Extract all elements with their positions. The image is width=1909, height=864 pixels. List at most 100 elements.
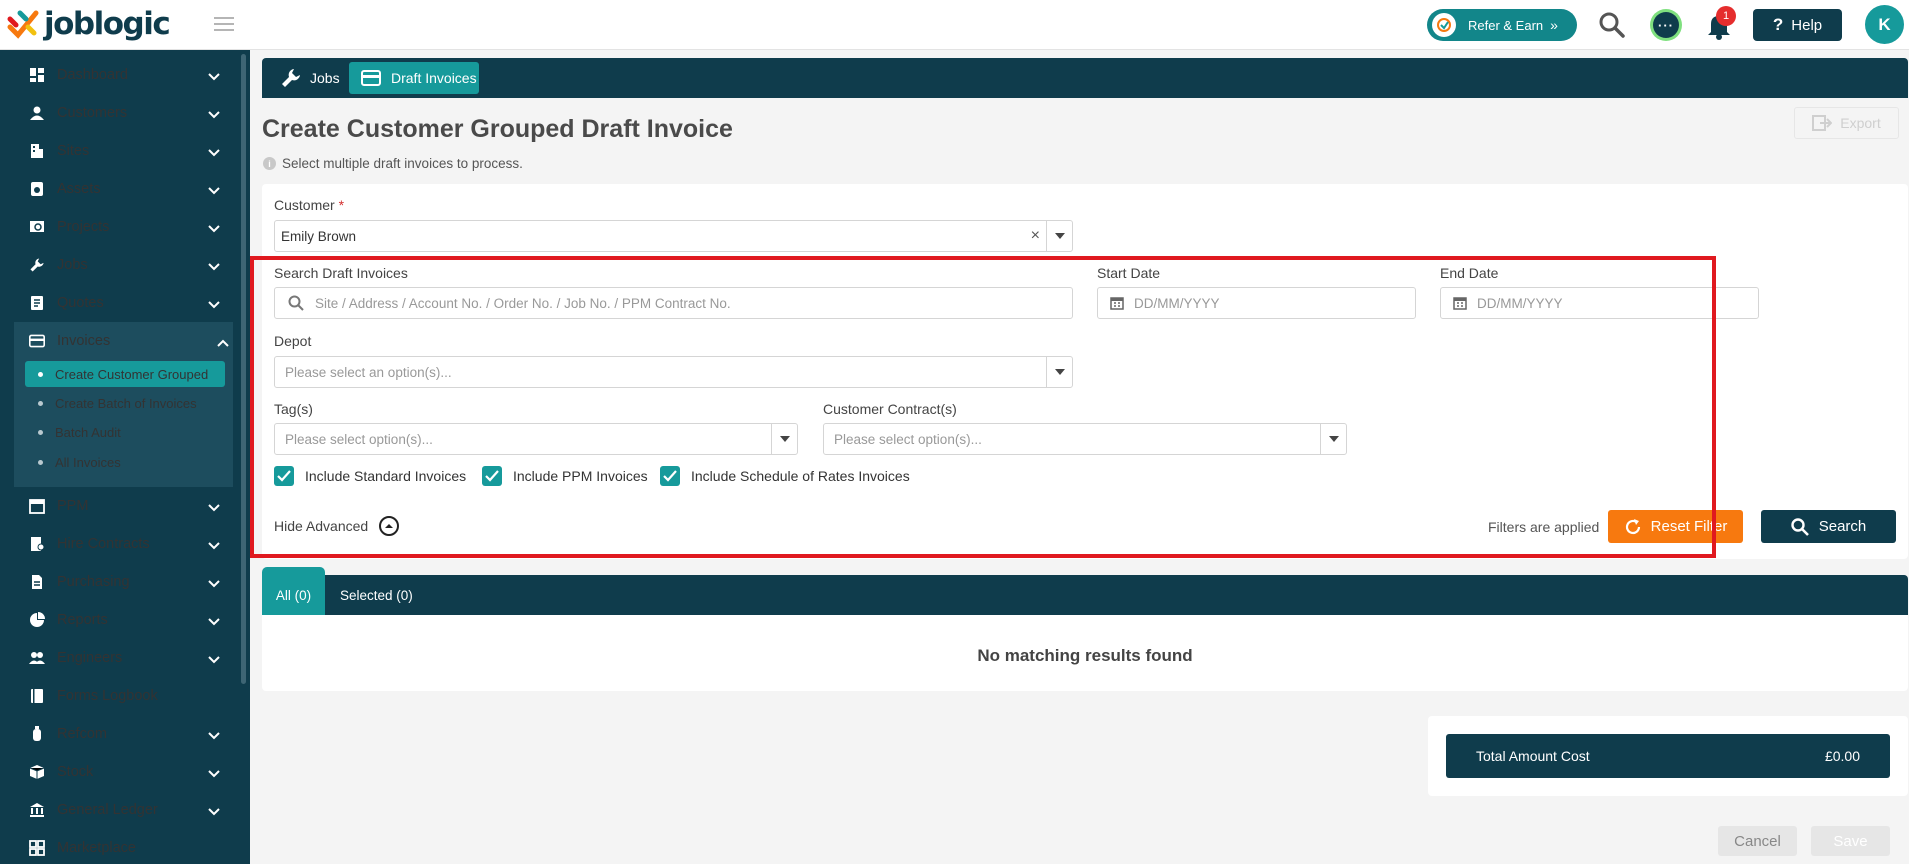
sidebar-item-general-ledger[interactable]: General Ledger: [0, 791, 236, 829]
tab-jobs[interactable]: Jobs: [274, 62, 346, 94]
search-icon[interactable]: [1598, 11, 1626, 42]
user-avatar[interactable]: K: [1865, 5, 1904, 44]
total-card: Total Amount Cost £0.00: [1428, 716, 1908, 796]
sidebar-sub-label: Create Customer Grouped: [55, 366, 209, 382]
invoice-card-icon: [361, 70, 381, 86]
chevron-down-icon: [208, 297, 220, 313]
people-icon: [27, 648, 47, 668]
chevron-up-icon: [217, 335, 229, 351]
search-icon: [1791, 517, 1809, 536]
box-icon: [27, 762, 47, 782]
clear-icon[interactable]: ×: [1031, 227, 1040, 245]
sidebar-item-quotes[interactable]: Quotes: [0, 284, 236, 322]
chevron-down-icon: [208, 107, 220, 123]
sidebar-item-label: Forms Logbook: [57, 688, 158, 704]
dashboard-icon: [27, 65, 47, 85]
double-chevron-icon: »: [1550, 17, 1558, 33]
sidebar-sub-all-invoices[interactable]: All Invoices: [25, 449, 225, 475]
document-icon: [27, 572, 47, 592]
chevron-down-icon: [208, 221, 220, 237]
sidebar-item-invoices[interactable]: Invoices: [14, 322, 233, 360]
refer-earn-button[interactable]: Refer & Earn »: [1427, 9, 1577, 41]
cylinder-icon: [27, 724, 47, 744]
tab-all[interactable]: All (0): [262, 567, 325, 615]
sidebar-item-ppm[interactable]: PPM: [0, 487, 236, 525]
export-button[interactable]: Export: [1794, 107, 1899, 139]
sidebar-item-marketplace[interactable]: Marketplace: [0, 829, 236, 864]
chevron-down-icon: [208, 804, 220, 820]
export-icon: [1812, 115, 1833, 131]
invoice-icon: [27, 331, 47, 351]
search-button-label: Search: [1818, 518, 1867, 535]
sidebar-item-label: Reports: [57, 612, 108, 628]
joblogic-logo[interactable]: joblogic: [6, 6, 171, 42]
grid-icon: [27, 838, 47, 858]
chevron-down-icon: [208, 728, 220, 744]
chat-icon[interactable]: ···: [1650, 9, 1682, 41]
sidebar-item-stock[interactable]: Stock: [0, 753, 236, 791]
chevron-down-icon[interactable]: [1046, 221, 1072, 251]
sidebar-item-dashboard[interactable]: Dashboard: [0, 56, 236, 94]
tab-draft-label: Draft Invoices: [391, 70, 477, 86]
module-tab-bar: Jobs Draft Invoices: [262, 58, 1908, 98]
projects-icon: [27, 217, 47, 237]
bank-icon: [27, 800, 47, 820]
sidebar-item-label: Sites: [57, 143, 90, 159]
notification-count-badge: 1: [1716, 6, 1736, 26]
empty-results-message: No matching results found: [977, 646, 1193, 665]
sidebar-item-assets[interactable]: Assets: [0, 170, 236, 208]
sidebar-item-label: Customers: [57, 105, 128, 121]
sidebar-item-forms-logbook[interactable]: Forms Logbook: [0, 677, 236, 715]
tab-draft-invoices[interactable]: Draft Invoices: [349, 62, 479, 94]
sidebar-item-projects[interactable]: Projects: [0, 208, 236, 246]
search-button[interactable]: Search: [1761, 510, 1896, 543]
save-button[interactable]: Save: [1811, 826, 1890, 856]
help-button[interactable]: ? Help: [1753, 9, 1842, 41]
sidebar-item-label: Purchasing: [57, 574, 130, 590]
sidebar-item-label: General Ledger: [57, 802, 158, 818]
top-bar: joblogic Refer & Earn » ··· 1 ? Help K: [0, 0, 1909, 50]
refer-label: Refer & Earn: [1468, 17, 1544, 33]
asset-icon: [27, 179, 47, 199]
sidebar-sub-label: Batch Audit: [55, 424, 121, 440]
sidebar-item-label: Hire Contracts: [57, 536, 150, 552]
highlight-annotation-box: [250, 256, 1716, 558]
sidebar-item-refcom[interactable]: Refcom: [0, 715, 236, 753]
total-amount-value: £0.00: [1824, 748, 1860, 764]
sidebar-sub-create-batch[interactable]: Create Batch of Invoices: [25, 390, 225, 416]
sidebar-sub-batch-audit[interactable]: Batch Audit: [25, 419, 225, 445]
chevron-down-icon: [208, 69, 220, 85]
tab-selected[interactable]: Selected (0): [340, 575, 413, 615]
menu-toggle-icon[interactable]: [214, 17, 234, 31]
cancel-button[interactable]: Cancel: [1718, 826, 1797, 856]
sidebar-item-hire-contracts[interactable]: Hire Contracts: [0, 525, 236, 563]
page-subtitle-text: Select multiple draft invoices to proces…: [282, 156, 523, 171]
sidebar-item-engineers[interactable]: Engineers: [0, 639, 236, 677]
pie-chart-icon: [27, 610, 47, 630]
contract-icon: [27, 534, 47, 554]
sidebar-sub-create-customer-grouped[interactable]: Create Customer Grouped: [25, 361, 225, 387]
calendar-icon: [27, 496, 47, 516]
sidebar-item-reports[interactable]: Reports: [0, 601, 236, 639]
chevron-down-icon: [208, 652, 220, 668]
customer-select[interactable]: Emily Brown ×: [274, 220, 1073, 252]
sidebar-item-label: Invoices: [57, 333, 111, 349]
sidebar-scrollbar[interactable]: [241, 54, 246, 684]
sidebar-item-purchasing[interactable]: Purchasing: [0, 563, 236, 601]
page-title: Create Customer Grouped Draft Invoice: [262, 115, 733, 143]
sidebar-item-label: Dashboard: [57, 67, 128, 83]
quote-icon: [27, 293, 47, 313]
sidebar-item-label: Marketplace: [57, 840, 136, 856]
results-tab-bar: All (0) Selected (0): [262, 567, 1908, 615]
customer-value: Emily Brown: [281, 228, 357, 244]
sidebar-sub-label: All Invoices: [55, 454, 121, 470]
sidebar-item-customers[interactable]: Customers: [0, 94, 236, 132]
sidebar-item-sites[interactable]: Sites: [0, 132, 236, 170]
total-amount-bar: Total Amount Cost £0.00: [1446, 734, 1890, 778]
tab-jobs-label: Jobs: [310, 70, 340, 86]
wrench-icon: [282, 69, 300, 87]
sidebar-item-label: Refcom: [57, 726, 107, 742]
person-icon: [27, 103, 47, 123]
question-icon: ?: [1772, 15, 1784, 34]
sidebar-item-jobs[interactable]: Jobs: [0, 246, 236, 284]
